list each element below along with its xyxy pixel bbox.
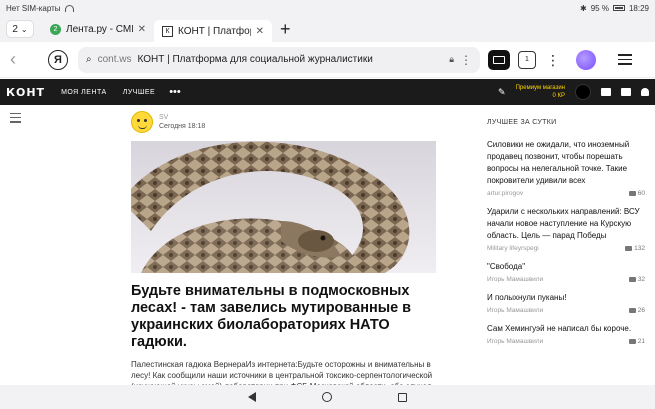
sidebar-article-title[interactable]: Сам Хемингуэй не написал бы короче.: [487, 323, 645, 335]
wifi-icon: [64, 4, 74, 12]
sidebar-article[interactable]: Силовики не ожидали, что иноземный прода…: [487, 139, 645, 197]
premium-balance: 0 КР: [552, 93, 565, 99]
status-bar: Нет SIM-карты ✱ 95 % 18:29: [0, 0, 655, 16]
tab-kont[interactable]: К КОНТ | Платформ ✕: [154, 20, 272, 42]
bell-icon[interactable]: [641, 88, 649, 96]
premium-shop-link[interactable]: Премиум магазин 0 КР: [516, 84, 565, 100]
sidebar-article-author[interactable]: Игорь Мамашвили: [487, 338, 543, 345]
hamburger-menu-icon[interactable]: [618, 54, 632, 65]
page-content: SV Сегодня 18:18 Будьте внимательны в по…: [0, 105, 655, 385]
bluetooth-icon: ✱: [580, 3, 587, 13]
battery-text: 95 %: [590, 3, 609, 13]
premium-shop-label: Премиум магазин: [515, 85, 565, 91]
sidebar-menu-icon[interactable]: [10, 113, 21, 123]
post-excerpt: Палестинская гадюка ВернераИз интернета:…: [131, 360, 433, 385]
url-page-title: КОНТ | Платформа для социальной журналис…: [137, 54, 373, 65]
system-back-icon[interactable]: [248, 392, 256, 402]
comment-count: 60: [637, 190, 645, 197]
back-arrow-icon[interactable]: ‹: [10, 49, 34, 70]
pencil-icon[interactable]: ✎: [498, 87, 506, 98]
user-avatar[interactable]: [575, 84, 591, 100]
kont-favicon-icon: К: [162, 25, 173, 37]
sidebar-article-title[interactable]: Силовики не ожидали, что иноземный прода…: [487, 139, 645, 187]
sidebar-heading: ЛУЧШЕЕ ЗА СУТКИ: [487, 119, 557, 126]
author-avatar[interactable]: [131, 111, 153, 133]
nav-more-button[interactable]: •••: [169, 86, 181, 98]
sidebar-article-title[interactable]: "Свобода": [487, 261, 645, 273]
sidebar-article[interactable]: Ударили с нескольких направлений: ВСУ на…: [487, 206, 645, 252]
best-of-day-sidebar: ЛУЧШЕЕ ЗА СУТКИ Силовики не ожидали, что…: [487, 119, 645, 354]
close-icon[interactable]: ✕: [138, 24, 146, 35]
chevron-down-icon: ⌄: [20, 24, 28, 34]
tabs-switch-button[interactable]: 1: [518, 50, 536, 69]
battery-icon: [612, 5, 625, 11]
carrier-text: Нет SIM-карты: [6, 3, 61, 13]
tab-label: КОНТ | Платформ: [178, 25, 251, 37]
author-name[interactable]: SV: [159, 114, 205, 121]
system-recents-icon[interactable]: [398, 392, 407, 402]
system-home-icon[interactable]: [322, 392, 332, 402]
comment-icon: [628, 277, 636, 282]
system-nav-bar: [0, 385, 655, 409]
sidebar-article-author[interactable]: Military lifeyrspegi: [487, 245, 539, 252]
post-image[interactable]: [131, 141, 436, 273]
post-time: Сегодня 18:18: [159, 123, 206, 130]
comment-count: 132: [634, 245, 645, 252]
site-navbar: КОНТ МОЯ ЛЕНТА ЛУЧШЕЕ ••• ✎ Премиум мага…: [0, 79, 655, 105]
comment-icon: [625, 246, 633, 251]
sidebar-article[interactable]: И полыхнули пуканы! Игорь Мамашвили 26: [487, 292, 645, 314]
sidebar-article[interactable]: "Свобода" Игорь Мамашвили 32: [487, 261, 645, 283]
sidebar-article[interactable]: Сам Хемингуэй не написал бы короче. Игор…: [487, 323, 645, 345]
comment-count: 32: [637, 276, 645, 283]
browser-tab-bar: 2 ⌄ 2 Лента.ру - СМИ2 ✕ К КОНТ | Платфор…: [0, 16, 655, 42]
nav-my-feed[interactable]: МОЯ ЛЕНТА: [61, 89, 107, 96]
url-domain: cont.ws: [97, 54, 132, 65]
tab-count-button[interactable]: 2 ⌄: [6, 20, 34, 38]
comment-icon: [628, 339, 636, 344]
comment-icon: [628, 191, 636, 196]
alice-assistant-icon[interactable]: [576, 49, 596, 70]
tab-lenta[interactable]: 2 Лента.ру - СМИ2 ✕: [42, 18, 154, 40]
site-logo[interactable]: КОНТ: [6, 86, 45, 99]
smi2-favicon-icon: 2: [50, 23, 61, 35]
comment-count: 26: [637, 307, 645, 314]
chat-icon[interactable]: [621, 88, 631, 96]
yandex-logo-icon[interactable]: Я: [48, 49, 68, 70]
reader-mode-button[interactable]: [488, 49, 510, 70]
comment-count: 21: [637, 338, 645, 345]
comment-icon: [628, 308, 636, 313]
more-icon[interactable]: ⋮: [460, 53, 472, 67]
close-icon[interactable]: ✕: [256, 26, 264, 37]
sidebar-article-author[interactable]: Игорь Мамашвили: [487, 307, 543, 314]
sidebar-article-title[interactable]: Ударили с нескольких направлений: ВСУ на…: [487, 206, 645, 242]
menu-dots-icon[interactable]: ⋮: [546, 53, 560, 67]
address-bar[interactable]: ⌕ cont.ws КОНТ | Платформа для социально…: [78, 46, 480, 73]
sidebar-article-author[interactable]: Игорь Мамашвили: [487, 276, 543, 283]
search-icon: ⌕: [86, 54, 92, 65]
clock: 18:29: [628, 3, 649, 13]
nav-best[interactable]: ЛУЧШЕЕ: [123, 89, 155, 96]
tab-label: Лента.ру - СМИ2: [66, 23, 133, 35]
snake-image: [131, 141, 436, 273]
sidebar-article-author[interactable]: artur.pirogov: [487, 190, 523, 197]
new-tab-button[interactable]: +: [280, 19, 291, 40]
monitor-icon: [493, 55, 505, 64]
post-author: SV Сегодня 18:18: [131, 111, 436, 133]
post-headline[interactable]: Будьте внимательны в подмосковных лесах!…: [131, 283, 436, 351]
lock-icon[interactable]: 🔒︎: [449, 54, 454, 65]
tab-count: 2: [12, 23, 18, 35]
post-card: SV Сегодня 18:18 Будьте внимательны в по…: [131, 111, 436, 385]
sidebar-article-title[interactable]: И полыхнули пуканы!: [487, 292, 645, 304]
browser-toolbar: ‹ Я ⌕ cont.ws КОНТ | Платформа для социа…: [0, 42, 655, 78]
mail-icon[interactable]: [601, 88, 611, 96]
